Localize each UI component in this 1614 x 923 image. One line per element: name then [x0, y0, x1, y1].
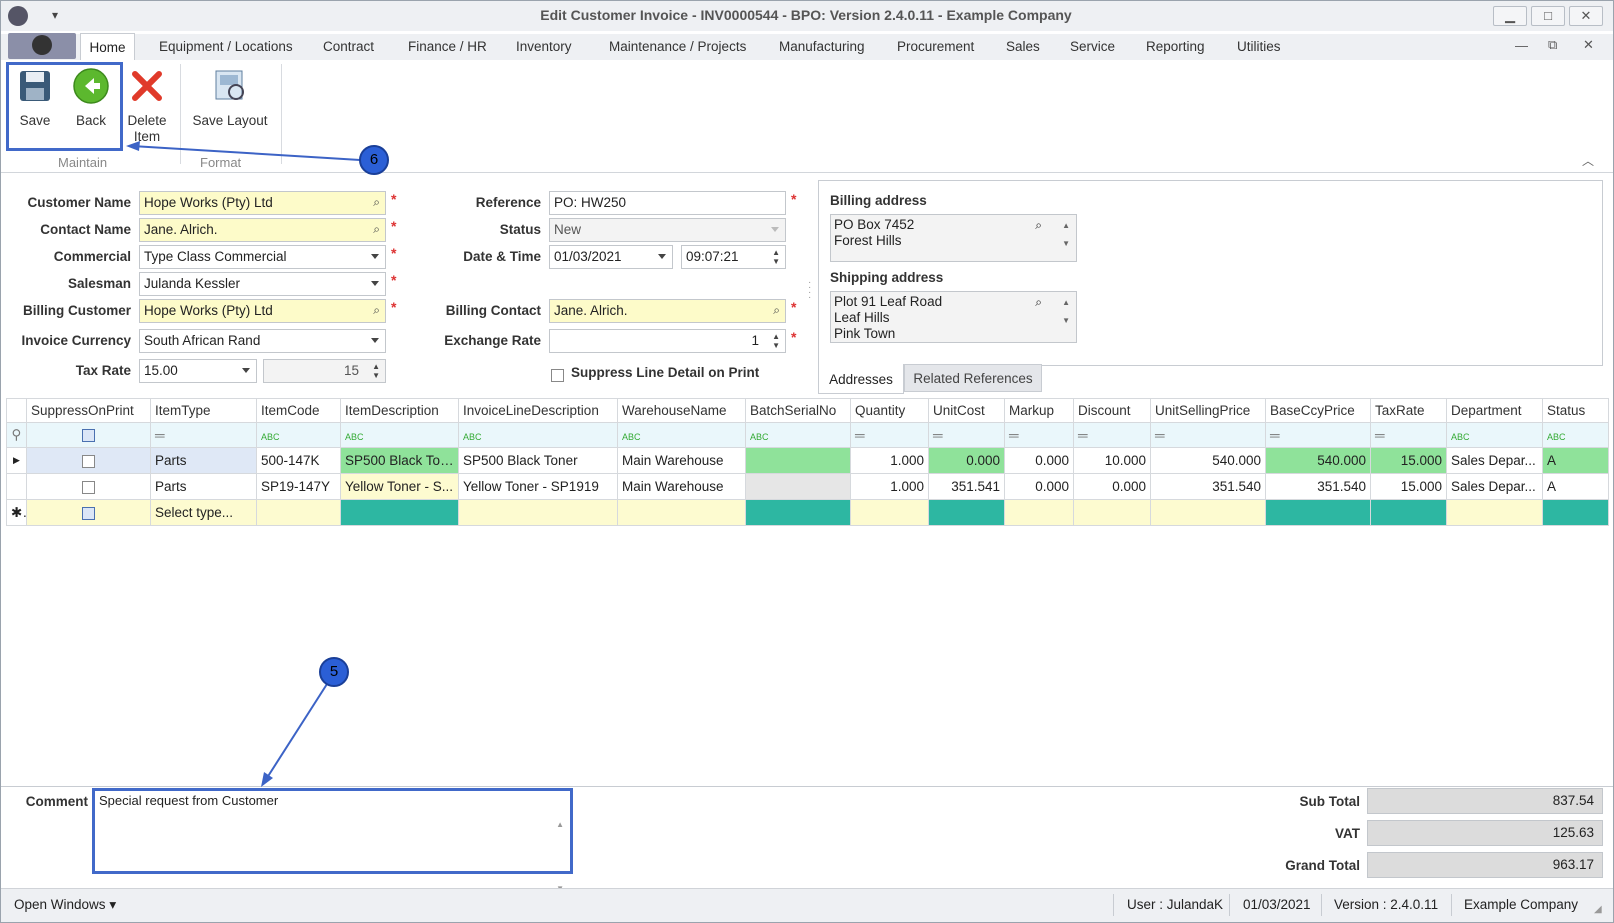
- callout-5-arrow: [264, 683, 328, 782]
- callout-5-arrowhead: [261, 772, 273, 787]
- callout-6-arrow: [131, 145, 361, 161]
- callout-5: 5: [319, 657, 349, 687]
- callout-6-arrowhead: [126, 141, 140, 151]
- callout-arrows: [126, 141, 361, 787]
- callout-6: 6: [359, 145, 389, 175]
